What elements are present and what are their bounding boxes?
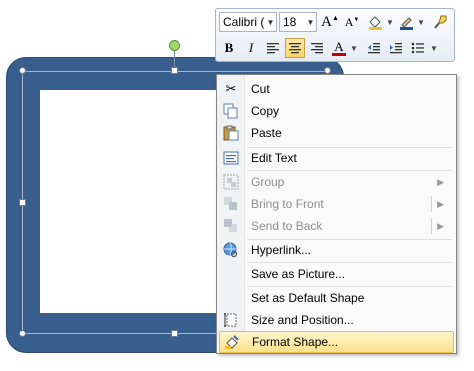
resize-handle-bottom-left[interactable] (19, 330, 26, 337)
send-to-back-icon (219, 216, 243, 236)
paint-bucket-icon (369, 16, 382, 30)
menu-item-label: Send to Back (251, 219, 323, 233)
format-painter-button[interactable] (430, 12, 450, 32)
scissors-icon: ✂ (225, 81, 237, 96)
bullets-dropdown[interactable]: ▼ (430, 38, 438, 58)
bullets-button[interactable] (408, 38, 428, 58)
resize-handle-left[interactable] (19, 199, 26, 206)
bring-to-front-icon (219, 194, 243, 214)
align-right-icon (311, 43, 323, 54)
decrease-indent-button[interactable] (364, 38, 384, 58)
font-name-value: Calibri (E (223, 15, 265, 29)
format-painter-icon (434, 15, 447, 29)
resize-handle-top-left[interactable] (19, 67, 26, 74)
outline-color-dropdown[interactable]: ▼ (417, 12, 425, 32)
menu-item-label: Edit Text (251, 151, 297, 165)
increase-indent-button[interactable] (386, 38, 406, 58)
fill-color-button[interactable] (365, 12, 385, 32)
pen-outline-icon (400, 17, 413, 30)
paste-icon (219, 123, 243, 143)
italic-button[interactable]: I (241, 38, 261, 58)
mini-toolbar: Calibri (E ▼ 18 ▼ A▲ A▼ ▼ ▼ B I (215, 8, 455, 62)
menu-item-group[interactable]: Group ▶ (219, 171, 454, 193)
font-color-letter: A (334, 39, 344, 54)
menu-item-label: Save as Picture... (251, 267, 346, 281)
menu-item-label: Set as Default Shape (251, 291, 365, 305)
split-separator (431, 218, 432, 234)
font-grow-icon: A▲ (321, 13, 339, 30)
font-color-swatch (332, 53, 346, 56)
submenu-arrow-icon: ▶ (437, 220, 444, 231)
align-right-button[interactable] (307, 38, 327, 58)
menu-item-label: Hyperlink... (251, 243, 312, 257)
font-shrink-icon: A▼ (344, 14, 360, 29)
grow-font-button[interactable]: A▲ (320, 12, 340, 32)
align-center-icon (289, 43, 301, 54)
align-left-icon (267, 43, 279, 54)
chevron-down-icon: ▼ (266, 17, 275, 27)
menu-item-cut[interactable]: ✂ Cut (219, 78, 454, 100)
bullet-list-icon (411, 42, 424, 54)
copy-icon (219, 101, 243, 121)
format-shape-icon (220, 332, 244, 352)
menu-item-size-and-position[interactable]: Size and Position... (219, 309, 454, 331)
align-center-button[interactable] (285, 38, 305, 58)
menu-item-copy[interactable]: Copy (219, 100, 454, 122)
font-size-value: 18 (283, 15, 297, 29)
font-size-combo[interactable]: 18 ▼ (279, 12, 317, 32)
menu-item-bring-to-front[interactable]: Bring to Front ▶ (219, 193, 454, 215)
menu-item-label: Cut (251, 82, 270, 96)
edit-text-icon (219, 148, 243, 168)
decrease-indent-icon (368, 43, 380, 54)
menu-item-set-as-default-shape[interactable]: Set as Default Shape (219, 287, 454, 309)
hyperlink-icon (219, 240, 243, 260)
menu-item-save-as-picture[interactable]: Save as Picture... (219, 263, 454, 285)
menu-item-label: Format Shape... (252, 335, 339, 349)
resize-handle-bottom[interactable] (171, 330, 178, 337)
fill-color-dropdown[interactable]: ▼ (386, 12, 394, 32)
menu-item-paste[interactable]: Paste (219, 122, 454, 144)
bold-button[interactable]: B (219, 38, 239, 58)
shrink-font-button[interactable]: A▼ (342, 12, 362, 32)
font-name-combo[interactable]: Calibri (E ▼ (219, 12, 277, 32)
group-icon (219, 172, 243, 192)
align-left-button[interactable] (263, 38, 283, 58)
menu-item-label: Copy (251, 104, 280, 118)
context-menu: ✂ Cut Copy Paste Edit Text Group ▶ Bring… (216, 74, 457, 354)
size-position-icon (219, 310, 243, 330)
font-color-button[interactable]: A (329, 38, 349, 58)
resize-handle-top[interactable] (171, 67, 178, 74)
increase-indent-icon (390, 43, 402, 54)
outline-color-button[interactable] (396, 12, 416, 32)
menu-item-label: Group (251, 175, 285, 189)
menu-item-label: Paste (251, 126, 282, 140)
font-color-dropdown[interactable]: ▼ (350, 38, 358, 58)
submenu-arrow-icon: ▶ (437, 176, 444, 187)
menu-item-label: Size and Position... (251, 313, 354, 327)
submenu-arrow-icon: ▶ (437, 198, 444, 209)
resize-handle-top-right[interactable] (324, 67, 331, 74)
split-separator (431, 196, 432, 212)
menu-item-label: Bring to Front (251, 197, 324, 211)
menu-item-hyperlink[interactable]: Hyperlink... (219, 239, 454, 261)
menu-item-edit-text[interactable]: Edit Text (219, 147, 454, 169)
chevron-down-icon: ▼ (306, 17, 315, 27)
rotation-handle[interactable] (169, 40, 180, 51)
menu-item-format-shape[interactable]: Format Shape... (219, 331, 454, 353)
menu-item-send-to-back[interactable]: Send to Back ▶ (219, 215, 454, 237)
